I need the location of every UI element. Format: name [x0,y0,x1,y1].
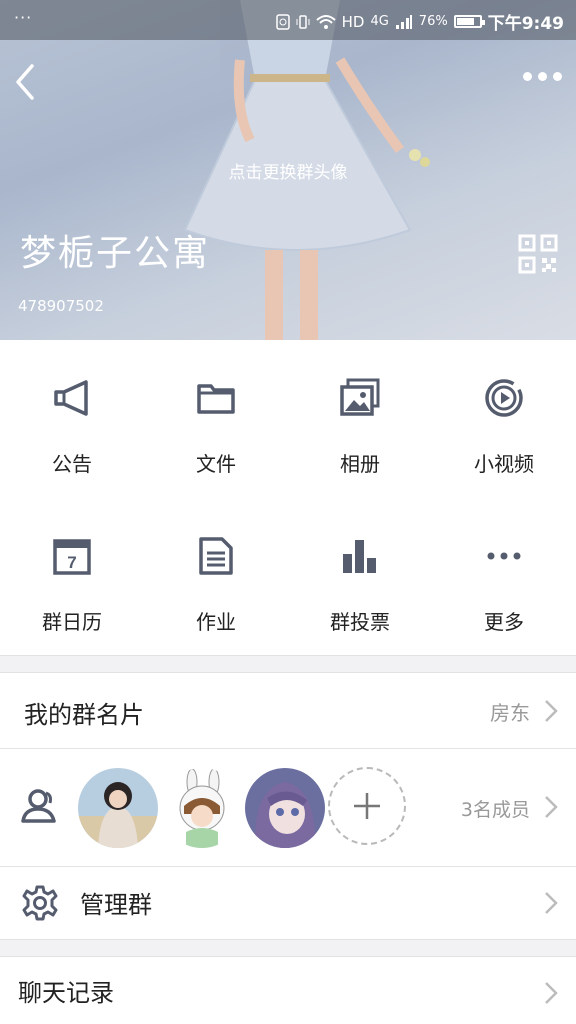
chevron-right-icon [545,982,558,1004]
chevron-right-icon [545,700,558,722]
wifi-icon [315,14,336,29]
member-avatar[interactable] [245,768,325,848]
my-group-card-title: 我的群名片 [24,701,144,729]
feature-group-vote[interactable]: 群投票 [288,498,432,656]
gear-icon [22,885,58,921]
group-header: ··· HD 4G 76% 下午9:49 点击更换群头像 梦栀子公寓 47890… [0,0,576,340]
vibrate-icon [296,14,310,29]
member-avatar[interactable] [78,768,158,848]
back-arrow-icon[interactable] [14,62,36,102]
section-separator [0,655,576,673]
calendar-day: 7 [67,553,76,572]
chevron-right-icon [545,796,558,818]
group-id: 478907502 [18,297,104,315]
qr-code-icon[interactable] [518,234,558,274]
calendar-icon: 7 [53,539,91,575]
feature-label: 群投票 [330,610,390,634]
feature-album[interactable]: 相册 [288,340,432,498]
my-group-card-row[interactable]: 我的群名片 房东 [0,673,576,748]
group-name: 梦栀子公寓 [20,233,211,274]
status-time: 下午9:49 [487,14,564,34]
sim-icon [275,13,290,30]
feature-label: 文件 [196,452,236,476]
manage-group-title: 管理群 [80,891,152,919]
album-icon [340,378,380,416]
bar-chart-icon [343,540,376,573]
document-icon [199,537,233,575]
change-avatar-hint[interactable]: 点击更换群头像 [0,158,576,183]
feature-group-calendar[interactable]: 7 群日历 [0,498,144,656]
feature-label: 作业 [196,610,236,634]
video-icon [485,379,523,417]
status-bar: ··· HD 4G 76% 下午9:49 [0,0,576,40]
battery-icon [453,15,485,28]
feature-announcement[interactable]: 公告 [0,340,144,498]
add-member-button[interactable] [328,767,406,845]
members-icon [21,789,56,823]
more-options-icon[interactable] [523,72,562,81]
hd-indicator: HD [341,12,365,31]
status-dots: ··· [14,8,33,27]
manage-group-row[interactable]: 管理群 [0,867,576,939]
member-count: 3名成员 [460,799,530,821]
chat-history-row[interactable]: 聊天记录 [0,957,576,1024]
feature-label: 更多 [484,610,524,634]
feature-short-video[interactable]: 小视频 [432,340,576,498]
megaphone-icon [54,380,88,416]
feature-more[interactable]: 更多 [432,498,576,656]
chat-history-title: 聊天记录 [18,979,114,1007]
plus-icon [354,793,380,819]
feature-homework[interactable]: 作业 [144,498,288,656]
feature-label: 公告 [52,452,92,476]
member-avatar[interactable] [162,768,242,848]
chevron-right-icon [545,892,558,914]
network-type: 4G [370,14,389,29]
folder-icon [197,384,235,414]
feature-files[interactable]: 文件 [144,340,288,498]
feature-label: 相册 [340,452,380,476]
section-separator [0,939,576,957]
feature-grid: 公告 文件 相册 小视频 7 群日历 作业 群投票 更多 [0,340,576,656]
feature-label: 群日历 [42,610,102,634]
battery-percent: 76% [418,14,448,29]
my-group-card-value: 房东 [490,701,530,725]
more-icon [487,552,521,560]
signal-icon [395,14,412,29]
feature-label: 小视频 [474,452,534,476]
